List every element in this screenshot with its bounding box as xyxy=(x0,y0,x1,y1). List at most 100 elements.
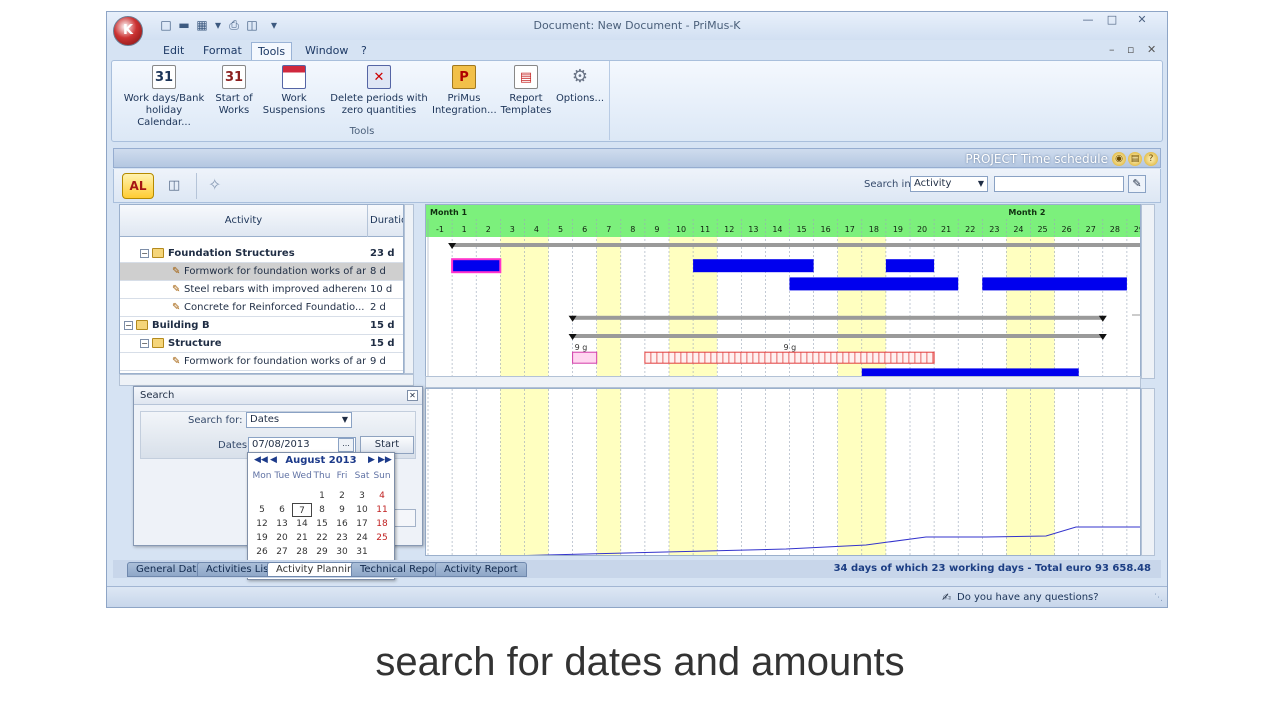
application-menu-button[interactable]: K xyxy=(113,16,143,46)
columns-icon[interactable]: ◫ xyxy=(168,178,180,193)
options-button[interactable]: ⚙ Options... xyxy=(554,65,606,105)
mdi-minimize-icon[interactable]: – xyxy=(1109,43,1115,56)
calendar-day[interactable]: 21 xyxy=(292,531,312,545)
tree-horizontal-scrollbar[interactable] xyxy=(119,374,414,386)
tree-row[interactable]: ✎Formwork for foundation works of any ..… xyxy=(120,353,403,371)
calendar-weekday-label: Sat xyxy=(354,471,370,481)
resize-grip-icon[interactable]: ⋱ xyxy=(1154,593,1163,603)
menu-window[interactable]: Window xyxy=(299,42,354,60)
tree-row[interactable]: ✎ Concrete for Reinforced Foundatio... 2 d xyxy=(120,299,403,317)
tree-row[interactable]: − Building B 15 d xyxy=(120,317,403,335)
delete-zero-periods-button[interactable]: ✕ Delete periods with zero quantities xyxy=(328,65,430,117)
eraser-icon[interactable]: ✎ xyxy=(1128,175,1146,193)
move-arrows-icon[interactable]: ✧ xyxy=(208,175,221,194)
al-logo-button[interactable]: AL xyxy=(122,173,154,199)
calendar-day[interactable]: 27 xyxy=(272,545,292,559)
calendar-day[interactable]: 3 xyxy=(352,489,372,503)
help-icon[interactable]: ? xyxy=(1144,152,1158,166)
next-month-icon[interactable]: ▶ xyxy=(368,455,375,465)
calendar-day[interactable]: 23 xyxy=(332,531,352,545)
search-input[interactable] xyxy=(994,176,1124,192)
menu-edit[interactable]: Edit xyxy=(157,42,190,60)
search-in-select[interactable]: Activity ▼ xyxy=(910,176,988,192)
menu-tools[interactable]: Tools xyxy=(251,42,293,60)
calendar-day[interactable]: 10 xyxy=(352,503,372,517)
bar-label: 9 g xyxy=(575,343,588,352)
day-tick-label: 28 xyxy=(1110,225,1120,234)
task-bar xyxy=(982,277,1127,291)
calendar-day[interactable]: 15 xyxy=(312,517,332,531)
calendar-day[interactable]: 12 xyxy=(252,517,272,531)
work-suspensions-button[interactable]: Work Suspensions xyxy=(262,65,326,117)
calendar-day[interactable]: 25 xyxy=(372,531,392,545)
workdays-calendar-button[interactable]: 31 Work days/Bank holiday Calendar... xyxy=(122,65,206,129)
search-for-select[interactable]: Dates ▼ xyxy=(246,412,352,428)
calendar-day[interactable]: 28 xyxy=(292,545,312,559)
mdi-restore-icon[interactable]: ▫ xyxy=(1127,43,1134,56)
calendar-day[interactable]: 26 xyxy=(252,545,272,559)
calendar-31-icon: 31 xyxy=(152,65,176,89)
calendar-day[interactable]: 9 xyxy=(332,503,352,517)
date-picker-button[interactable]: ... xyxy=(338,438,354,452)
calendar-day[interactable]: 1 xyxy=(312,489,332,503)
mdi-close-icon[interactable]: ✕ xyxy=(1147,43,1156,56)
close-icon[interactable]: ✕ xyxy=(407,390,418,401)
collapse-toggle-icon[interactable]: − xyxy=(124,321,133,330)
calendar-day[interactable]: 20 xyxy=(272,531,292,545)
tree-row[interactable]: ✎ Formwork for foundation works of any...… xyxy=(120,263,403,281)
calendar-day[interactable]: 6 xyxy=(272,503,292,517)
tree-vertical-scrollbar[interactable] xyxy=(404,204,414,374)
weekend-column xyxy=(861,389,886,555)
gantt-horizontal-scrollbar[interactable] xyxy=(425,376,1141,388)
calendar-header: ◀◀ ◀ August 2013 ▶ ▶▶ xyxy=(248,453,394,469)
calendar-day[interactable]: 30 xyxy=(332,545,352,559)
tree-row[interactable]: − Foundation Structures 23 d xyxy=(120,245,403,263)
help-prompt[interactable]: Do you have any questions? xyxy=(957,592,1099,603)
day-tick-label: 16 xyxy=(821,225,831,234)
day-tick-label: 1 xyxy=(462,225,467,234)
gantt-vertical-scrollbar[interactable] xyxy=(1141,204,1155,379)
primus-integration-button[interactable]: P PriMus Integration... xyxy=(432,65,497,117)
start-of-works-button[interactable]: 31 Start of Works xyxy=(210,65,258,117)
menu-format[interactable]: Format xyxy=(197,42,248,60)
next-year-icon[interactable]: ▶▶ xyxy=(378,455,392,465)
column-activity[interactable]: Activity xyxy=(120,205,368,237)
tree-row[interactable]: ✎Steel rebars with improved adherence ..… xyxy=(120,281,403,299)
calendar-day[interactable]: 5 xyxy=(252,503,272,517)
minimize-icon[interactable]: — xyxy=(1077,14,1099,28)
project-title: PROJECT Time schedule xyxy=(965,152,1108,166)
calendar-day[interactable]: 29 xyxy=(312,545,332,559)
calendar-weekday-label: Thu xyxy=(313,471,331,481)
maximize-icon[interactable]: □ xyxy=(1101,14,1123,28)
calendar-day[interactable]: 31 xyxy=(352,545,372,559)
folder-icon xyxy=(152,248,164,258)
calendar-day[interactable]: 24 xyxy=(352,531,372,545)
report-templates-button[interactable]: ▤ Report Templates xyxy=(500,65,552,117)
day-tick-label: 26 xyxy=(1062,225,1072,234)
calendar-day[interactable]: 7 xyxy=(292,503,312,517)
day-tick-label: 8 xyxy=(630,225,635,234)
folder-icon xyxy=(136,320,148,330)
view-icon[interactable]: ◉ xyxy=(1112,152,1126,166)
menu-help[interactable]: ? xyxy=(355,42,373,60)
column-duration[interactable]: Duration xyxy=(368,205,403,237)
day-tick-label: 19 xyxy=(893,225,903,234)
tab-activity-report[interactable]: Activity Report xyxy=(435,562,527,577)
collapse-toggle-icon[interactable]: − xyxy=(140,339,149,348)
calendar-day[interactable]: 8 xyxy=(312,503,332,517)
chart-vertical-scrollbar[interactable] xyxy=(1141,388,1155,556)
calendar-day[interactable]: 4 xyxy=(372,489,392,503)
calendar-day[interactable]: 22 xyxy=(312,531,332,545)
collapse-toggle-icon[interactable]: − xyxy=(140,249,149,258)
tree-row[interactable]: − Structure 15 d xyxy=(120,335,403,353)
calendar-day[interactable]: 2 xyxy=(332,489,352,503)
calendar-day[interactable]: 14 xyxy=(292,517,312,531)
calendar-day[interactable]: 13 xyxy=(272,517,292,531)
calendar-day[interactable]: 17 xyxy=(352,517,372,531)
close-icon[interactable]: ✕ xyxy=(1131,14,1153,28)
print-layout-icon[interactable]: ▤ xyxy=(1128,152,1142,166)
calendar-day[interactable]: 18 xyxy=(372,517,392,531)
calendar-day[interactable]: 19 xyxy=(252,531,272,545)
calendar-day[interactable]: 16 xyxy=(332,517,352,531)
calendar-day[interactable]: 11 xyxy=(372,503,392,517)
